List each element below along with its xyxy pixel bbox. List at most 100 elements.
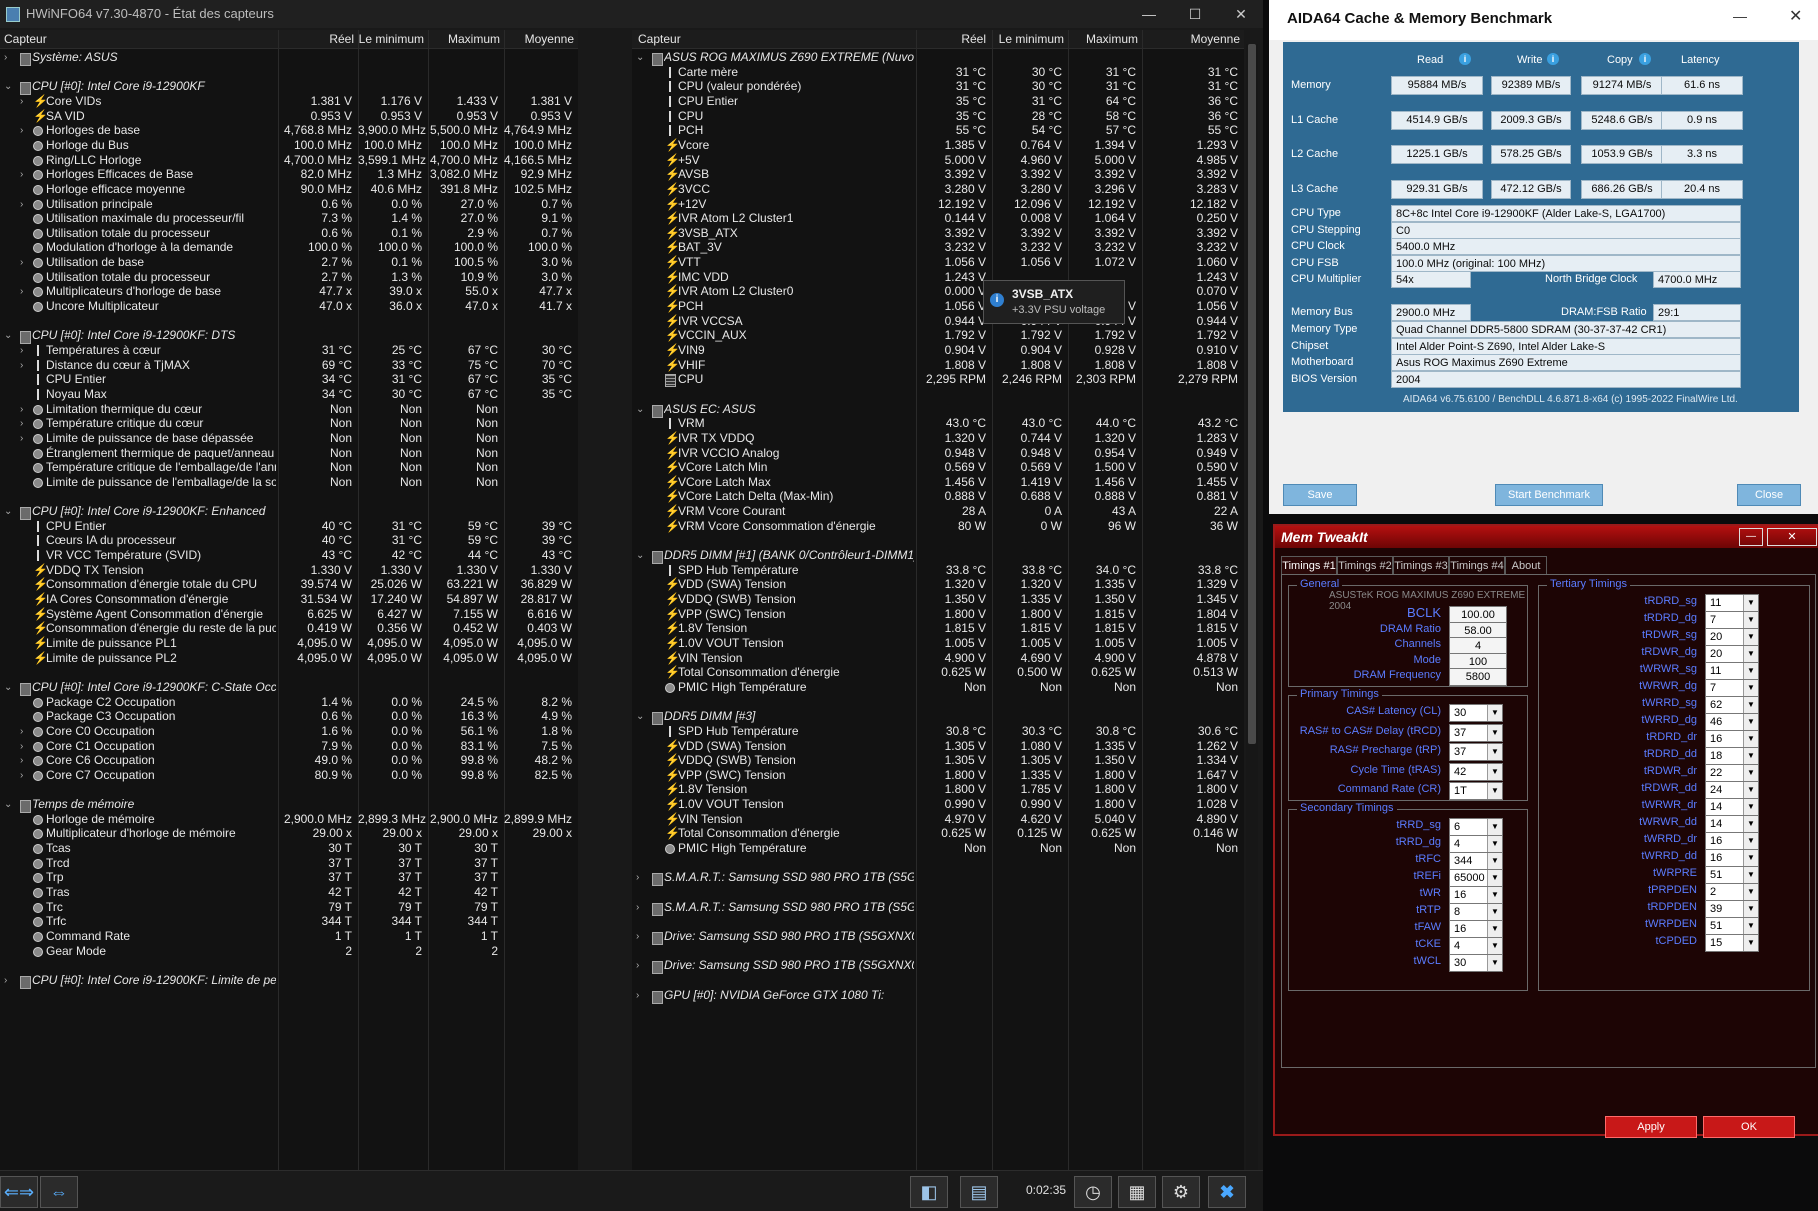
mt-primary-select[interactable]: 37 ▼ [1449,743,1503,761]
chevron-down-icon[interactable]: ▼ [1743,799,1758,815]
chevron-down-icon[interactable]: ▼ [1743,782,1758,798]
chevron-down-icon[interactable]: ▼ [1743,680,1758,696]
mt-primary-select[interactable]: 30 ▼ [1449,704,1503,722]
chevron-down-icon[interactable]: ▼ [1487,763,1502,780]
mt-tertiary-select[interactable]: 51 ▼ [1705,917,1759,935]
sensor-row[interactable]: CPU 2,295 RPM 2,246 RPM 2,303 RPM 2,279 RPM [632,371,1244,388]
mt-tertiary-select[interactable]: 16 ▼ [1705,832,1759,850]
monitor-icon[interactable]: ▤ [960,1176,998,1208]
mt-tertiary-select[interactable]: 16 ▼ [1705,730,1759,748]
column-header-0[interactable]: Capteur [4,30,47,48]
mt-apply-button[interactable]: Apply [1605,1116,1697,1138]
chevron-down-icon[interactable]: ▼ [1487,819,1502,835]
mt-tertiary-select[interactable]: 62 ▼ [1705,696,1759,714]
sensor-group-header[interactable]: › GPU [#0]: NVIDIA GeForce GTX 1080 Ti: [632,987,1244,1004]
mt-tertiary-select[interactable]: 24 ▼ [1705,781,1759,799]
settings-icon[interactable]: ⚙ [1162,1176,1200,1208]
chevron-down-icon[interactable]: ▼ [1487,836,1502,852]
column-header-1[interactable]: Réel [916,30,986,48]
mt-primary-select[interactable]: 37 ▼ [1449,723,1503,742]
expand-chevron-icon[interactable]: › [636,987,646,1004]
sensor-row[interactable]: Uncore Multiplicateur 47.0 x 36.0 x 47.0 x 4… [0,298,578,315]
chevron-down-icon[interactable]: ▼ [1743,884,1758,900]
mt-secondary-select[interactable]: 16 ▼ [1449,886,1503,904]
mt-tertiary-select[interactable]: 18 ▼ [1705,747,1759,765]
chevron-down-icon[interactable]: ▼ [1743,697,1758,713]
chevron-down-icon[interactable]: ▼ [1743,867,1758,883]
sensor-group-header[interactable]: › Système: ASUS [0,49,578,66]
aida-save-button[interactable]: Save [1283,484,1357,506]
chevron-down-icon[interactable]: ▼ [1487,955,1502,971]
mt-tertiary-select[interactable]: 16 ▼ [1705,849,1759,867]
scrollbar[interactable] [1246,44,1258,1170]
chevron-down-icon[interactable]: ▼ [1743,765,1758,781]
chevron-down-icon[interactable]: ▼ [1487,783,1502,799]
chevron-down-icon[interactable]: ▼ [1487,744,1502,760]
mt-tertiary-select[interactable]: 20 ▼ [1705,645,1759,663]
mt-tertiary-select[interactable]: 22 ▼ [1705,764,1759,782]
mt-tertiary-select[interactable]: 14 ▼ [1705,815,1759,833]
mt-primary-select[interactable]: 42 ▼ [1449,762,1503,781]
column-header-0[interactable]: Capteur [638,30,681,48]
close-button[interactable]: ✕ [1218,0,1264,28]
sensor-row[interactable]: Gear Mode 2 2 2 [0,943,578,960]
chevron-down-icon[interactable]: ▼ [1743,612,1758,628]
chevron-down-icon[interactable]: ▼ [1743,833,1758,849]
mt-secondary-select[interactable]: 344 ▼ [1449,852,1503,870]
clock-icon[interactable]: ◷ [1074,1176,1112,1208]
chevron-down-icon[interactable]: ▼ [1743,646,1758,662]
mt-tertiary-select[interactable]: 2 ▼ [1705,883,1759,901]
mt-tab-3[interactable]: Timings #3 [1393,556,1449,575]
expand-chevron-icon[interactable]: › [4,49,14,66]
aida-start-benchmark-button[interactable]: Start Benchmark [1495,484,1603,506]
sensor-row[interactable]: ⚡ Limite de puissance PL2 4,095.0 W 4,095.0… [0,650,578,667]
info-icon[interactable]: i [1459,53,1471,65]
mt-secondary-select[interactable]: 30 ▼ [1449,954,1503,972]
chevron-down-icon[interactable]: ▼ [1743,714,1758,730]
aida-minimize-button[interactable]: — [1733,8,1747,24]
mt-tab-5[interactable]: About [1505,556,1547,575]
sensor-row[interactable]: ⚡ VRM Vcore Consommation d'énergie 80 W 0 W… [632,518,1244,535]
close-sensors-icon[interactable]: ✖ [1208,1176,1246,1208]
chevron-down-icon[interactable]: ▼ [1487,705,1502,721]
chevron-down-icon[interactable]: ▼ [1743,731,1758,747]
mt-tertiary-select[interactable]: 46 ▼ [1705,713,1759,731]
aida-close-button[interactable]: ✕ [1789,6,1802,26]
column-header-1[interactable]: Réel [278,30,354,48]
expand-chevron-icon[interactable]: › [636,957,646,974]
sensor-row[interactable]: › Core C7 Occupation 80.9 % 0.0 % 99.8 % 82.5… [0,767,578,784]
maximize-button[interactable]: ☐ [1172,0,1218,28]
column-header-4[interactable]: Moyenne [1142,30,1240,48]
mt-tertiary-select[interactable]: 20 ▼ [1705,628,1759,646]
sensor-row[interactable]: PMIC High Température Non Non Non Non [632,840,1244,857]
chevron-down-icon[interactable]: ▼ [1743,629,1758,645]
minimize-button[interactable]: — [1126,0,1172,28]
chevron-down-icon[interactable]: ▼ [1743,748,1758,764]
mt-tab-1[interactable]: Timings #1 [1281,556,1337,575]
sensor-group-header[interactable]: › Drive: Samsung SSD 980 PRO 1TB (S5GXNX0… [632,957,1244,974]
mt-tertiary-select[interactable]: 15 ▼ [1705,934,1759,952]
mt-tertiary-select[interactable]: 7 ▼ [1705,679,1759,697]
chevron-down-icon[interactable]: ▼ [1487,724,1502,741]
sensor-group-header[interactable]: › CPU [#0]: Intel Core i9-12900KF: Limite… [0,972,578,989]
mt-secondary-select[interactable]: 65000 ▼ [1449,869,1503,887]
mt-tertiary-select[interactable]: 39 ▼ [1705,900,1759,918]
sensor-group-header[interactable]: › Drive: Samsung SSD 980 PRO 1TB (S5GXNX0… [632,928,1244,945]
chevron-down-icon[interactable]: ▼ [1743,901,1758,917]
mt-minimize-button[interactable]: — [1739,528,1763,546]
sensor-group-header[interactable]: › S.M.A.R.T.: Samsung SSD 980 PRO 1TB (S5… [632,869,1244,886]
mt-secondary-select[interactable]: 6 ▼ [1449,818,1503,836]
mt-secondary-select[interactable]: 4 ▼ [1449,937,1503,955]
column-header-2[interactable]: Le minimum [992,30,1064,48]
aida-close-button-bottom[interactable]: Close [1737,484,1801,506]
chevron-down-icon[interactable]: ▼ [1487,887,1502,903]
mt-tertiary-select[interactable]: 11 ▼ [1705,594,1759,612]
mt-secondary-select[interactable]: 4 ▼ [1449,835,1503,853]
chevron-down-icon[interactable]: ▼ [1487,870,1502,886]
mt-secondary-select[interactable]: 8 ▼ [1449,903,1503,921]
nav-collapse-icon[interactable]: ⇔ [40,1176,78,1208]
mt-tertiary-select[interactable]: 14 ▼ [1705,798,1759,816]
mt-primary-select[interactable]: 1T ▼ [1449,782,1503,800]
report-icon[interactable]: ▦ [1118,1176,1156,1208]
info-icon[interactable]: i [1547,53,1559,65]
